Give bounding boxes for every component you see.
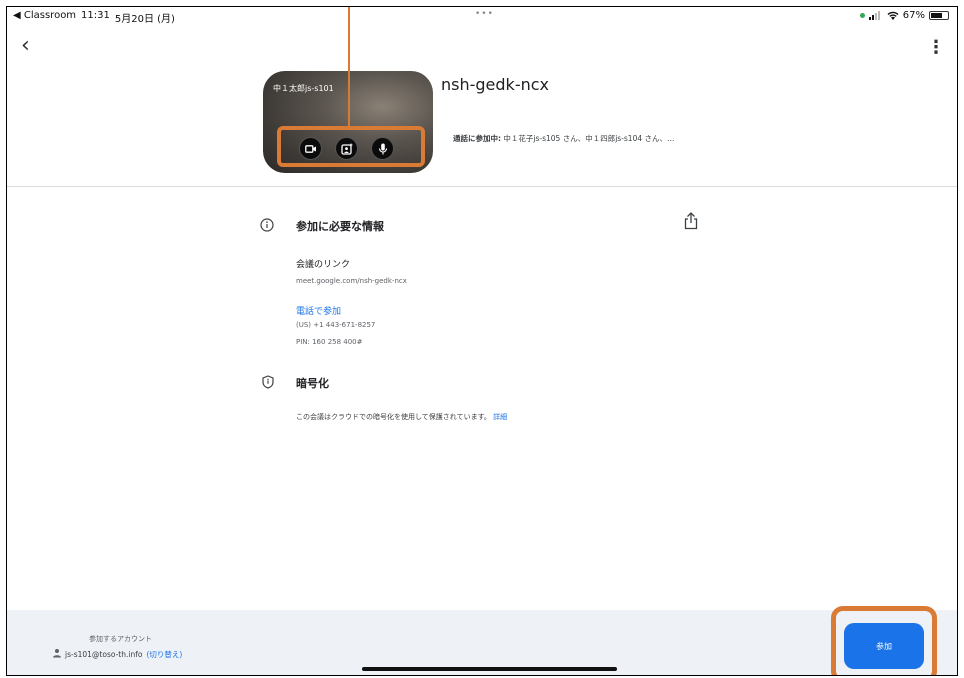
status-bar: ◀ Classroom 11:31 5月20日 (月) ••• 67% [7, 7, 957, 25]
phone-pin: PIN: 160 258 400# [296, 338, 363, 346]
meeting-link-url[interactable]: meet.google.com/nsh-gedk-ncx [296, 277, 407, 285]
in-call-names: 中１花子js-s105 さん、中１四郎js-s104 さん、… [503, 134, 675, 143]
controls-highlight-box [277, 126, 425, 167]
camera-in-use-dot [859, 13, 865, 18]
home-indicator[interactable] [362, 667, 617, 671]
battery-percent: 67% [902, 10, 925, 21]
status-time: 11:31 [81, 10, 110, 21]
account-label: 参加するアカウント [89, 635, 152, 643]
back-to-app-link[interactable]: ◀ Classroom [13, 10, 76, 25]
encryption-details-link[interactable]: 詳細 [493, 413, 507, 421]
encryption-title: 暗号化 [296, 377, 329, 390]
in-call-participants: 通話に参加中: 中１花子js-s105 さん、中１四郎js-s104 さん、… [453, 133, 675, 144]
more-options-icon[interactable]: ⋮ [927, 39, 945, 57]
share-icon[interactable] [683, 212, 699, 230]
encryption-text: この会議はクラウドでの暗号化を使用して保護されています。 [296, 413, 491, 421]
wifi-icon [887, 11, 899, 20]
app-frame: ◀ Classroom 11:31 5月20日 (月) ••• 67% ‹ ⋮ … [6, 6, 958, 676]
signal-icon [868, 11, 880, 20]
status-date: 5月20日 (月) [114, 14, 175, 25]
account-email-row: js-s101@toso-th.info (切り替え) [65, 649, 182, 660]
join-highlight-box [831, 606, 937, 675]
join-by-phone-link[interactable]: 電話で参加 [296, 304, 341, 317]
meeting-link-label: 会議のリンク [296, 260, 351, 270]
in-call-label: 通話に参加中: [453, 134, 501, 143]
switch-account-link[interactable]: (切り替え) [146, 649, 182, 660]
join-info-title: 参加に必要な情報 [296, 220, 384, 233]
shield-icon [262, 375, 274, 389]
person-icon [53, 649, 61, 658]
meeting-code: nsh-gedk-ncx [441, 75, 549, 94]
annotation-pointer-line [348, 7, 350, 128]
back-button[interactable]: ‹ [21, 35, 30, 57]
encryption-description: この会議はクラウドでの暗号化を使用して保護されています。 詳細 [296, 412, 507, 422]
phone-number[interactable]: (US) +1 443-671-8257 [296, 321, 375, 329]
account-email: js-s101@toso-th.info [65, 650, 143, 659]
battery-icon [929, 11, 949, 20]
multitask-dots[interactable]: ••• [475, 9, 494, 19]
section-divider [7, 186, 957, 187]
info-icon [260, 218, 274, 232]
preview-user-label: 中１太郎js-s101 [273, 84, 334, 93]
